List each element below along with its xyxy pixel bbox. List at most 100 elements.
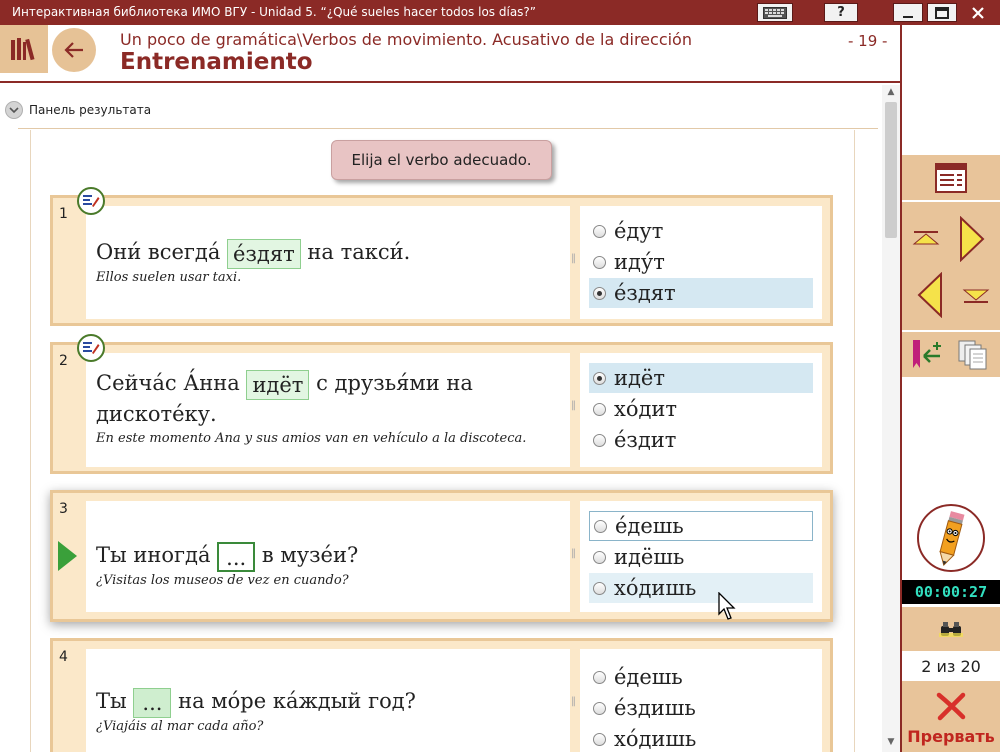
sentence-text: на такси́. <box>307 240 411 264</box>
answer-gap[interactable]: е́здят <box>227 238 301 269</box>
abort-x-icon <box>936 692 966 721</box>
scroll-down-arrow-icon[interactable]: ▼ <box>882 737 900 749</box>
option-item[interactable]: хо́дишь <box>589 724 813 752</box>
option-item-focused[interactable]: е́дешь <box>589 511 813 541</box>
sentence-text: Они́ всегда́ <box>96 240 221 264</box>
find-button[interactable] <box>902 607 1000 651</box>
previous-page-icon[interactable] <box>917 272 943 318</box>
options-panel: е́дешь идёшь хо́дишь <box>580 501 822 612</box>
radio-button[interactable] <box>593 255 606 269</box>
bookmark-tools <box>902 332 1000 377</box>
maximize-button[interactable] <box>927 3 957 22</box>
answer-gap[interactable]: ... <box>217 541 256 572</box>
option-label: е́дешь <box>614 665 683 689</box>
navigation-controls <box>902 202 1000 330</box>
minimize-button[interactable] <box>893 3 923 22</box>
exercise-card-active: 3 Ты иногда́ ... в музе́и? ¿Visitas los … <box>50 490 833 622</box>
option-item[interactable]: е́дут <box>589 216 813 246</box>
radio-button[interactable] <box>593 402 606 416</box>
sentence-text: дискоте́ку. <box>96 401 217 426</box>
radio-button[interactable] <box>593 670 606 684</box>
splitter-handle[interactable]: ‖ <box>571 548 577 559</box>
library-books-icon <box>11 38 35 61</box>
right-sidebar: 00:00:27 2 из 20 Прервать <box>902 25 1000 752</box>
maximize-icon <box>935 6 949 19</box>
option-item-selected[interactable]: е́здят <box>589 278 813 308</box>
pencil-character-icon <box>939 511 965 567</box>
sentence-text: с друзья́ми на <box>316 371 473 395</box>
radio-button[interactable] <box>593 550 606 564</box>
options-panel: е́дешь е́здишь хо́дишь <box>580 649 822 752</box>
contents-button[interactable] <box>902 155 1000 200</box>
option-item[interactable]: иду́т <box>589 247 813 277</box>
progress-counter: 2 из 20 <box>921 656 981 676</box>
option-label: идёт <box>614 366 665 390</box>
option-label: е́здят <box>614 281 676 305</box>
window-title: Интерактивная библиотека ИМО ВГУ - Unida… <box>12 5 537 19</box>
exercise-card: 4 Ты ... на мо́ре ка́ждый год? ¿Viajáis … <box>50 638 833 752</box>
close-button[interactable] <box>961 3 995 22</box>
radio-button[interactable] <box>593 433 606 447</box>
scroll-up-arrow-icon[interactable]: ▲ <box>882 87 900 99</box>
exercise-card: 1 Они́ всегда́ е́здят на такси́. Ellos s… <box>50 195 833 326</box>
pencil-mascot-button[interactable] <box>917 504 985 572</box>
abort-button[interactable]: Прервать <box>902 681 1000 752</box>
page-title: Entrenamiento <box>120 49 313 75</box>
library-button[interactable] <box>0 25 48 73</box>
next-page-icon[interactable] <box>959 216 985 262</box>
keyboard-icon <box>763 6 787 19</box>
splitter-handle[interactable]: ‖ <box>571 696 577 707</box>
sentence: Ты ... на мо́ре ка́ждый год? <box>96 687 416 718</box>
option-item[interactable]: хо́дит <box>589 394 813 424</box>
edit-note-icon[interactable] <box>77 334 105 362</box>
option-label: е́дешь <box>615 514 684 538</box>
scroll-thumb[interactable] <box>885 102 897 238</box>
result-panel-toggle[interactable]: Панель результата <box>5 100 151 120</box>
radio-button[interactable] <box>594 519 607 533</box>
option-item[interactable]: е́здит <box>589 425 813 455</box>
radio-button[interactable] <box>593 701 606 715</box>
keyboard-button[interactable] <box>757 3 793 22</box>
sentence-panel: Ты иногда́ ... в музе́и? ¿Visitas los mu… <box>86 501 570 612</box>
last-page-icon[interactable] <box>962 288 990 304</box>
mouse-cursor-icon <box>718 592 736 620</box>
option-label: хо́дит <box>614 397 678 421</box>
option-item[interactable]: е́дешь <box>589 662 813 692</box>
translation: En este momento Ana y sus amios van en v… <box>96 431 527 446</box>
option-item-selected[interactable]: идёт <box>589 363 813 393</box>
radio-button-checked[interactable] <box>593 286 606 300</box>
back-button[interactable] <box>52 28 96 72</box>
timer-display: 00:00:27 <box>902 580 1000 604</box>
divider <box>18 128 878 129</box>
option-label: иду́т <box>614 250 665 274</box>
add-bookmark-icon[interactable] <box>910 338 946 370</box>
answer-gap[interactable]: ... <box>133 687 172 718</box>
sentence-text: Ты иногда́ <box>96 543 211 567</box>
option-item-hover[interactable]: хо́дишь <box>589 573 813 603</box>
binoculars-icon <box>939 622 963 637</box>
option-item[interactable]: е́здишь <box>589 693 813 723</box>
exercise-number: 4 <box>59 649 68 665</box>
option-label: е́здишь <box>614 696 696 720</box>
exercise-number: 3 <box>59 501 68 517</box>
translation: ¿Viajáis al mar cada año? <box>96 719 264 734</box>
page-number: - 19 - <box>848 32 888 50</box>
abort-label: Прервать <box>907 727 995 746</box>
copy-pages-icon[interactable] <box>957 339 989 371</box>
edit-note-icon[interactable] <box>77 187 105 215</box>
splitter-handle[interactable]: ‖ <box>571 253 577 264</box>
radio-button[interactable] <box>593 224 606 238</box>
answer-gap[interactable]: идёт <box>246 369 310 400</box>
radio-button[interactable] <box>593 732 606 746</box>
sentence-text: на мо́ре ка́ждый год? <box>178 689 416 713</box>
sentence: Они́ всегда́ е́здят на такси́. <box>96 238 410 269</box>
table-of-contents-icon <box>935 163 967 193</box>
splitter-handle[interactable]: ‖ <box>571 400 577 411</box>
radio-button[interactable] <box>593 581 606 595</box>
vertical-scrollbar[interactable]: ▲ ▼ <box>882 85 900 752</box>
help-button[interactable]: ? <box>824 3 858 22</box>
radio-button-checked[interactable] <box>593 371 606 385</box>
option-item[interactable]: идёшь <box>589 542 813 572</box>
options-panel: идёт хо́дит е́здит <box>580 353 822 467</box>
first-page-icon[interactable] <box>912 230 940 246</box>
